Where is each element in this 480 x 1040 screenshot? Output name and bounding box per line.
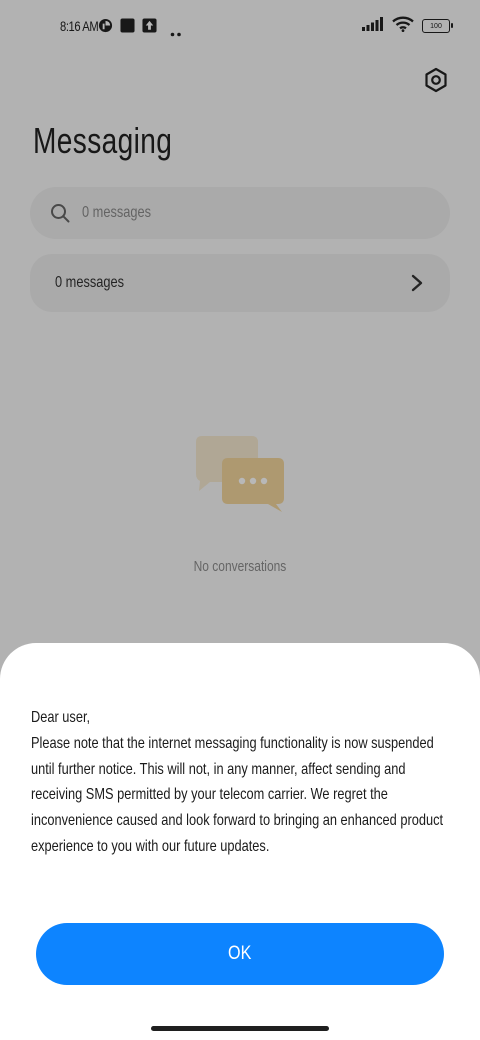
ok-button[interactable]: OK xyxy=(36,923,444,985)
notice-greeting: Dear user, xyxy=(31,709,91,726)
notice-body: Please note that the internet messaging … xyxy=(31,734,444,855)
notice-bottom-sheet: Dear user, Please note that the internet… xyxy=(0,643,480,1040)
home-indicator[interactable] xyxy=(151,1026,329,1031)
ok-button-label: OK xyxy=(228,943,252,964)
notice-message: Dear user, Please note that the internet… xyxy=(31,705,447,860)
